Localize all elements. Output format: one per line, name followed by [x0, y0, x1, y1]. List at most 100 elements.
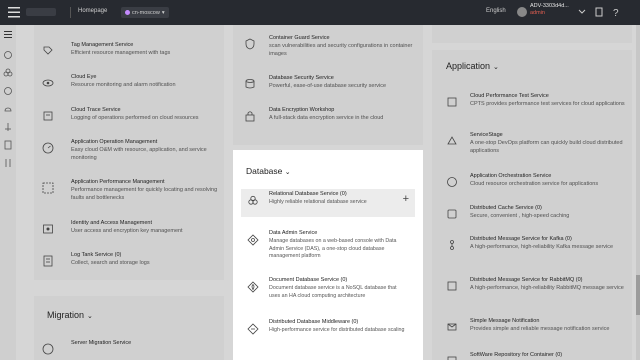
service-desc: scan vulnerabilities and security config…	[269, 43, 413, 57]
chevron-down-icon: ⌄	[493, 64, 499, 71]
gauge-icon	[42, 142, 54, 154]
anchor-icon[interactable]	[3, 122, 13, 132]
service-desc: Efficient resource management with tags	[71, 50, 171, 56]
services-column-2: Container Guard Service scan vulnerabili…	[233, 25, 423, 145]
services-column-3-top	[432, 25, 632, 43]
menu-icon[interactable]	[3, 29, 13, 39]
section-title[interactable]: Application ⌄	[446, 61, 499, 71]
service-desc: A high-performance, high-reliability Kaf…	[470, 244, 614, 250]
message-icon[interactable]	[594, 6, 606, 18]
service-title: Distributed Message Service for RabbitMQ…	[470, 277, 583, 283]
avatar-icon[interactable]	[516, 6, 528, 18]
document-db-icon	[247, 281, 259, 293]
database-popup: Database ⌄ Relational Database Service (…	[233, 150, 423, 360]
homepage-link[interactable]: Homepage	[78, 8, 107, 14]
service-desc: CPTS provides performance test services …	[470, 101, 625, 107]
service-title: Cloud Eye	[71, 74, 97, 80]
help-icon[interactable]: ?	[610, 6, 622, 18]
admin-icon	[247, 234, 259, 246]
eye-icon	[42, 79, 54, 87]
rabbitmq-icon	[447, 281, 457, 291]
service-item-das[interactable]: Data Admin Service Manage databases on a…	[241, 228, 415, 268]
service-desc: A full-stack data encryption service in …	[269, 115, 384, 121]
sliders-icon[interactable]	[3, 158, 13, 168]
service-desc: User access and encryption key managemen…	[71, 228, 183, 234]
service-desc: Performance management for quickly locat…	[71, 187, 218, 201]
service-item-dds[interactable]: Document Database Service (0) Document d…	[241, 275, 415, 305]
service-desc: Easy cloud O&M with resource, applicatio…	[71, 147, 207, 161]
service-desc: A high-performance, high-reliability Rab…	[470, 285, 624, 291]
section-title[interactable]: Migration ⌄	[47, 310, 93, 320]
svg-text:?: ?	[613, 8, 619, 18]
service-title: Document Database Service (0)	[269, 277, 348, 283]
account-menu[interactable]: ADV-3303d4d... admin	[530, 3, 569, 17]
cloud-icon[interactable]	[3, 104, 13, 114]
migration-title: Migration	[47, 310, 85, 320]
service-desc: Provides simple and reliable message not…	[470, 326, 610, 332]
add-favorite-button[interactable]: +	[403, 193, 409, 205]
cloud-icon[interactable]	[3, 50, 13, 60]
account-id: ADV-3303d4d...	[530, 3, 569, 9]
service-title: Identity and Access Management	[71, 220, 153, 226]
services-column-1: Tag Management Service Efficient resourc…	[34, 25, 224, 280]
region-label: cn-moscow	[132, 9, 160, 16]
service-item-ddm[interactable]: Distributed Database Middleware (0) High…	[241, 317, 415, 347]
chevron-down-icon: ▾	[161, 9, 165, 16]
orchestration-icon	[447, 177, 457, 187]
service-desc: Collect, search and storage logs	[71, 260, 150, 266]
logo-icon[interactable]	[26, 6, 60, 18]
performance-test-icon	[447, 97, 457, 107]
popup-title[interactable]: Database ⌄	[246, 166, 291, 176]
service-desc: Resource monitoring and alarm notificati…	[71, 82, 176, 88]
monitor-icon[interactable]	[3, 86, 13, 96]
service-title: Tag Management Service	[71, 42, 134, 48]
chevron-down-icon: ⌄	[87, 313, 93, 320]
database-title: Database	[246, 166, 283, 176]
performance-icon	[42, 182, 54, 194]
trace-icon	[43, 111, 53, 121]
service-desc: Manage databases on a web-based console …	[269, 238, 397, 260]
page-scrollbar[interactable]	[636, 25, 640, 360]
service-title: Database Security Service	[269, 75, 334, 81]
chevron-down-icon[interactable]	[576, 6, 588, 18]
service-item-rds[interactable]: Relational Database Service (0) Highly r…	[241, 189, 415, 217]
service-title: SoftWare Repository for Container (0)	[470, 352, 563, 358]
service-desc: High-performance service for distributed…	[269, 327, 405, 333]
service-title: Data Admin Service	[269, 230, 318, 236]
database-shield-icon	[245, 79, 255, 89]
service-title: ServiceStage	[470, 132, 503, 138]
service-desc: Cloud resource orchestration service for…	[470, 181, 599, 187]
scrollbar-thumb[interactable]	[636, 275, 640, 315]
service-title: Application Orchestration Service	[470, 173, 552, 179]
left-rail	[0, 25, 16, 360]
service-desc: Powerful, ease-of-use database security …	[269, 83, 387, 89]
service-title: Simple Message Notification	[470, 318, 540, 324]
service-title: Server Migration Service	[71, 340, 132, 346]
service-title: Application Operation Management	[71, 139, 158, 145]
service-desc: A one-stop DevOps platform can quickly b…	[470, 140, 623, 154]
notification-icon	[447, 323, 457, 331]
region-selector[interactable]: cn-moscow ▾	[121, 7, 169, 18]
menu-icon[interactable]	[4, 3, 24, 21]
tag-icon	[43, 46, 53, 55]
shield-icon	[245, 38, 255, 50]
top-bar: Homepage cn-moscow ▾ English ADV-3303d4d…	[0, 0, 640, 25]
document-icon[interactable]	[3, 140, 13, 150]
cache-icon	[447, 209, 457, 219]
migration-section: Migration ⌄ Server Migration Service	[34, 296, 224, 360]
service-title: Relational Database Service (0)	[269, 191, 347, 197]
account-role: admin	[530, 10, 545, 16]
service-title: Data Encryption Workshop	[269, 107, 335, 113]
application-title: Application	[446, 61, 491, 71]
divider	[70, 7, 71, 18]
language-selector[interactable]: English	[486, 8, 506, 14]
application-section: Application ⌄ Cloud Performance Test Serv…	[432, 50, 632, 360]
service-title: Log Tank Service (0)	[71, 252, 122, 258]
migration-icon	[42, 343, 54, 355]
log-icon	[43, 255, 53, 267]
service-desc: Document database service is a NoSQL dat…	[269, 285, 397, 299]
service-title: Container Guard Service	[269, 35, 330, 41]
service-desc: Secure, convenient , high-speed caching	[470, 213, 570, 219]
chevron-down-icon: ⌄	[284, 169, 291, 176]
cluster-icon[interactable]	[3, 68, 13, 78]
